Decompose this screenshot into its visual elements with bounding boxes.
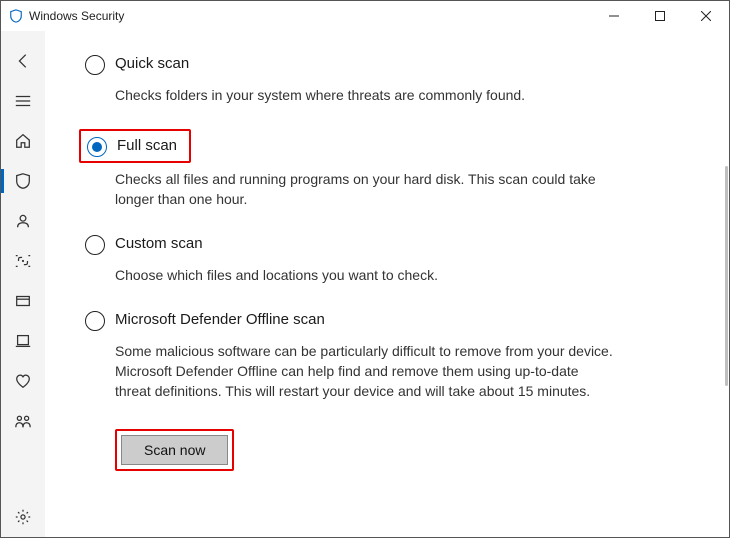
menu-button[interactable] xyxy=(1,81,45,121)
option-title: Quick scan xyxy=(115,53,525,75)
content-area: Quick scan Checks folders in your system… xyxy=(45,31,729,537)
option-title: Full scan xyxy=(117,135,177,157)
sidebar-item-virus-protection[interactable] xyxy=(1,161,45,201)
option-offline-scan[interactable]: Microsoft Defender Offline scan Some mal… xyxy=(85,309,679,401)
sidebar xyxy=(1,31,45,537)
option-custom-scan[interactable]: Custom scan Choose which files and locat… xyxy=(85,233,679,285)
minimize-button[interactable] xyxy=(591,1,637,31)
app-icon xyxy=(9,9,23,23)
sidebar-item-family-options[interactable] xyxy=(1,401,45,441)
sidebar-item-account-protection[interactable] xyxy=(1,201,45,241)
option-full-scan[interactable]: Full scan xyxy=(85,129,679,163)
maximize-button[interactable] xyxy=(637,1,683,31)
sidebar-item-device-performance[interactable] xyxy=(1,361,45,401)
close-button[interactable] xyxy=(683,1,729,31)
option-desc: Checks folders in your system where thre… xyxy=(115,85,525,105)
option-title: Custom scan xyxy=(115,233,438,255)
scrollbar[interactable] xyxy=(725,166,728,386)
radio-custom[interactable] xyxy=(85,235,105,255)
sidebar-item-device-security[interactable] xyxy=(1,321,45,361)
sidebar-item-home[interactable] xyxy=(1,121,45,161)
windows-security-window: Windows Security xyxy=(0,0,730,538)
sidebar-item-firewall[interactable] xyxy=(1,241,45,281)
window-title: Windows Security xyxy=(29,9,124,23)
sidebar-item-app-browser[interactable] xyxy=(1,281,45,321)
option-desc: Choose which files and locations you wan… xyxy=(115,265,438,285)
sidebar-item-settings[interactable] xyxy=(1,497,45,537)
title-bar: Windows Security xyxy=(1,1,729,31)
option-title: Microsoft Defender Offline scan xyxy=(115,309,615,331)
radio-quick[interactable] xyxy=(85,55,105,75)
radio-full[interactable] xyxy=(87,137,107,157)
highlight-full-scan: Full scan xyxy=(79,129,191,163)
highlight-scan-now: Scan now xyxy=(115,429,234,471)
scan-now-button[interactable]: Scan now xyxy=(121,435,228,465)
radio-offline[interactable] xyxy=(85,311,105,331)
option-desc: Some malicious software can be particula… xyxy=(115,341,615,401)
option-desc: Checks all files and running programs on… xyxy=(115,169,615,209)
back-button[interactable] xyxy=(1,41,45,81)
option-quick-scan[interactable]: Quick scan Checks folders in your system… xyxy=(85,53,679,105)
